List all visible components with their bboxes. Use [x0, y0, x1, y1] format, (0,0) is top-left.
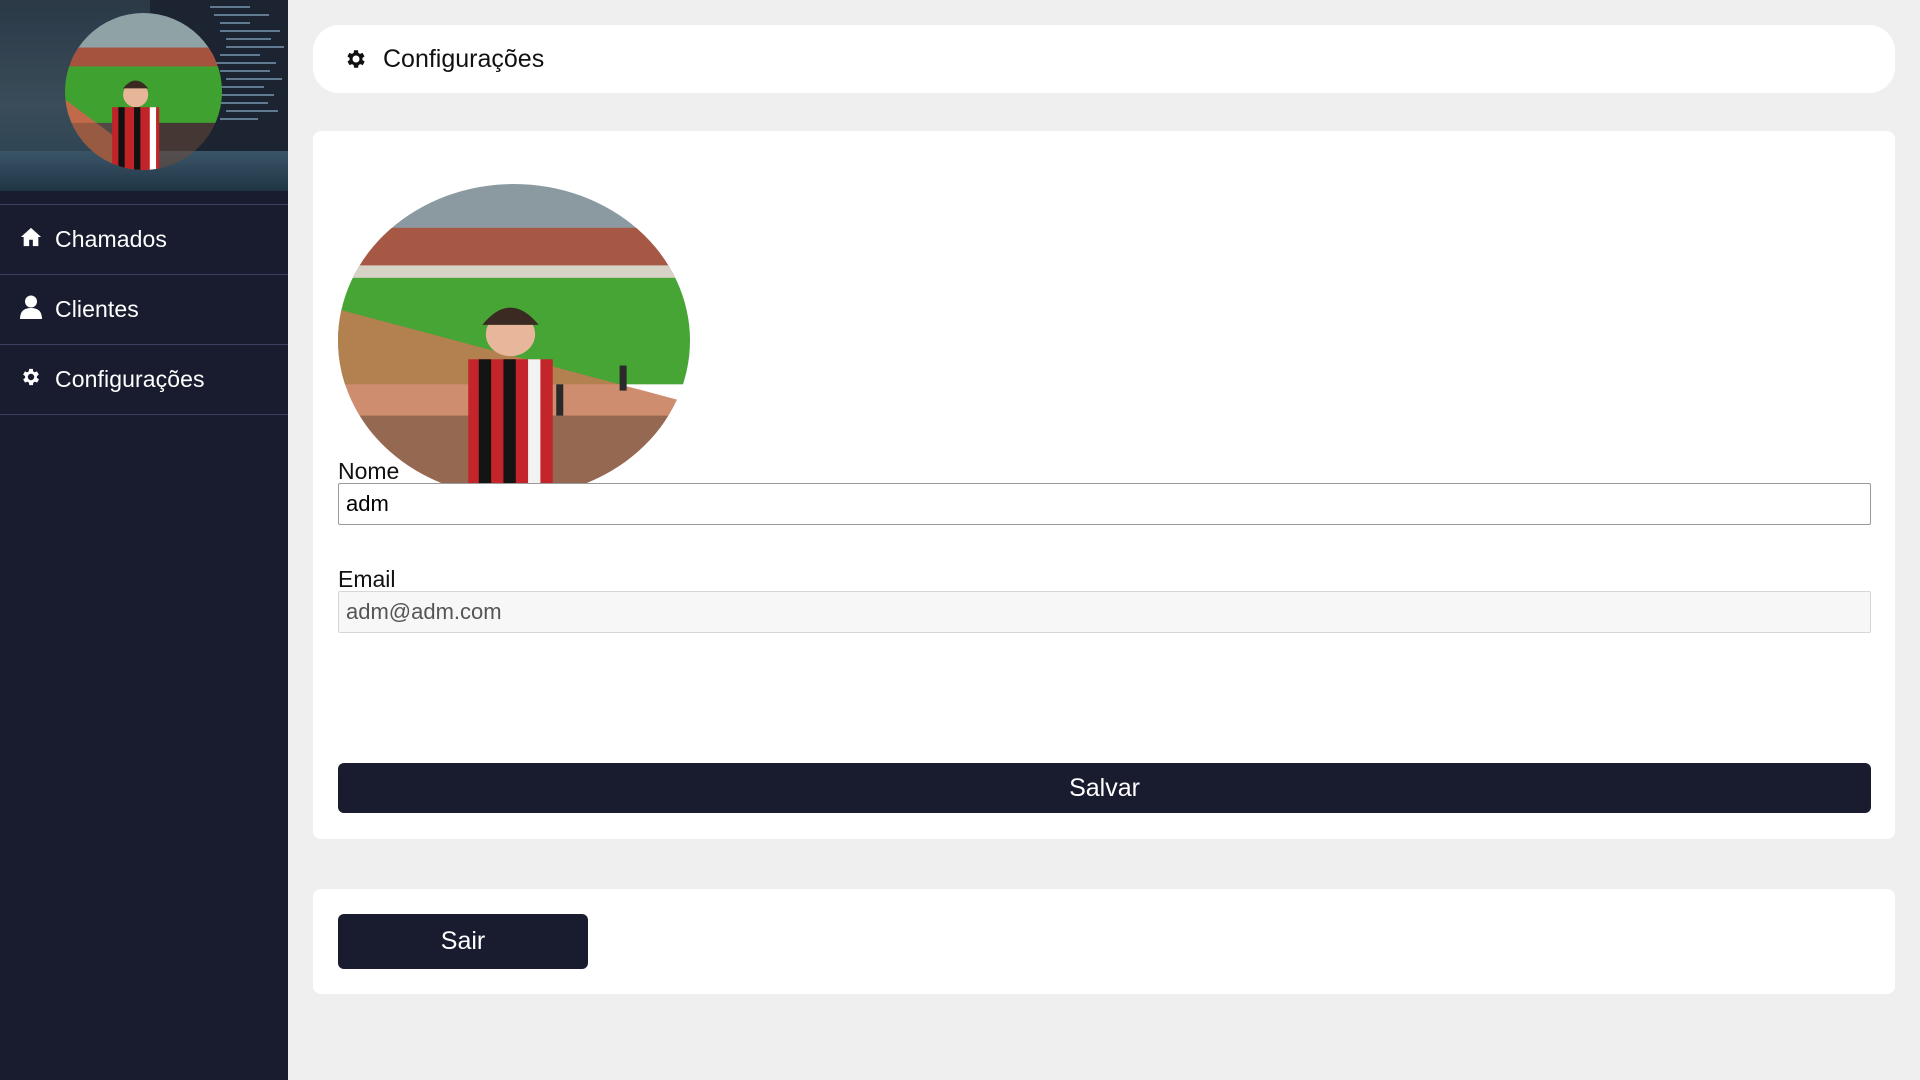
gear-icon	[19, 365, 43, 389]
email-field[interactable]	[338, 591, 1871, 633]
avatar	[65, 13, 222, 170]
user-icon	[19, 295, 43, 319]
sidebar-item-clientes[interactable]: Clientes	[0, 275, 288, 345]
profile-photo-upload[interactable]	[338, 184, 690, 497]
home-icon	[19, 225, 43, 249]
sidebar: Chamados Clientes Configurações	[0, 0, 288, 1080]
sidebar-item-label: Clientes	[55, 296, 139, 322]
logout-card: Sair	[313, 889, 1895, 994]
page-title: Configurações	[383, 44, 545, 73]
name-label: Nome	[338, 458, 400, 484]
profile-card: Nome Email Salvar	[313, 131, 1895, 839]
sidebar-nav: Chamados Clientes Configurações	[0, 204, 288, 415]
page-header: Configurações	[313, 25, 1895, 93]
gear-icon	[343, 46, 369, 72]
save-button[interactable]: Salvar	[338, 763, 1871, 813]
name-field[interactable]	[338, 483, 1871, 525]
sidebar-banner	[0, 0, 288, 191]
sidebar-item-label: Configurações	[55, 366, 205, 392]
email-label: Email	[338, 566, 396, 592]
logout-button[interactable]: Sair	[338, 914, 588, 969]
sidebar-item-chamados[interactable]: Chamados	[0, 205, 288, 275]
sidebar-item-label: Chamados	[55, 226, 168, 252]
sidebar-item-configuracoes[interactable]: Configurações	[0, 345, 288, 415]
